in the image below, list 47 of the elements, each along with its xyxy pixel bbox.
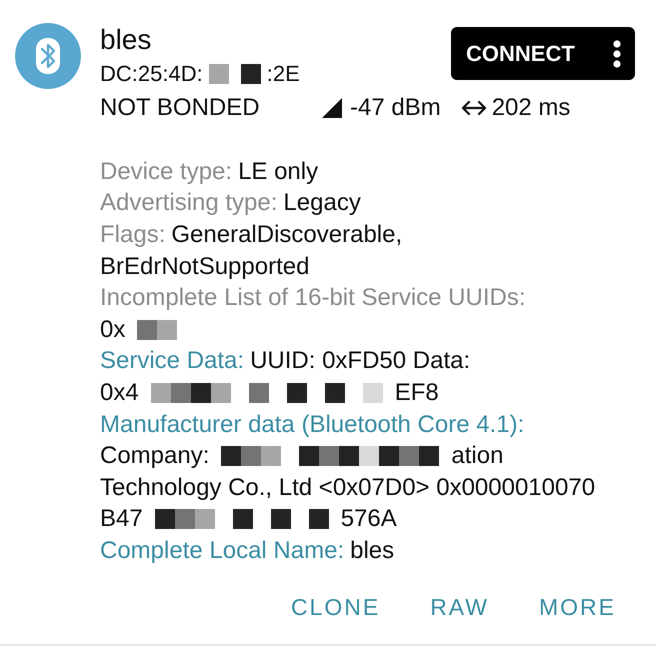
detail-value: :2E — [266, 60, 300, 88]
bluetooth-icon — [15, 23, 81, 89]
detail-value: GeneralDiscoverable, — [171, 220, 402, 250]
detail-value: Technology Co., Ltd <0x07D0> 0x0000010070 — [100, 472, 596, 503]
detail-value: 0x — [100, 314, 126, 345]
connect-button[interactable]: CONNECT — [451, 27, 635, 80]
pixel-mosaic-drawing — [208, 64, 229, 84]
action-button[interactable]: RAW — [420, 584, 499, 630]
detail-label: Device type: — [100, 156, 232, 187]
bond-state: NOT BONDED — [100, 93, 260, 123]
pixel-mosaic-drawing — [137, 320, 178, 340]
detail-value: DC:25:4D: — [100, 60, 203, 88]
pixel-mosaic-drawing — [221, 446, 282, 466]
pixel-mosaic-drawing — [248, 382, 269, 403]
pixel-mosaic-drawing — [286, 382, 307, 403]
more-vertical-icon[interactable] — [613, 40, 621, 68]
detail-label: Advertising type: — [100, 188, 278, 218]
detail-value: ation — [451, 441, 504, 472]
pixel-mosaic-drawing — [154, 509, 215, 530]
detail-value: LE only — [238, 156, 318, 187]
signal-icon — [322, 98, 342, 118]
pixel-mosaic-drawing — [232, 509, 253, 530]
detail-label: Incomplete List of 16-bit Service UUIDs: — [100, 283, 526, 314]
action-button[interactable]: MORE — [529, 584, 626, 630]
detail-value: Company: — [100, 441, 210, 472]
detail-label: Flags: — [100, 220, 166, 250]
detail-value: Legacy — [283, 188, 361, 218]
interval-value: 202 ms — [492, 93, 570, 123]
detail-value: 0x4 — [100, 378, 139, 408]
pixel-mosaic-drawing — [270, 509, 291, 530]
pixel-mosaic-drawing — [324, 382, 345, 403]
detail-value: bles — [350, 536, 394, 566]
detail-value: EF8 — [394, 378, 439, 408]
device-name: bles — [100, 23, 152, 57]
detail-label: Service Data: — [100, 346, 244, 376]
action-button[interactable]: CLONE — [280, 584, 390, 630]
detail-label: Complete Local Name: — [100, 536, 344, 566]
pixel-mosaic-drawing — [308, 509, 329, 530]
pixel-mosaic-drawing — [362, 382, 383, 403]
detail-value: UUID: 0xFD50 Data: — [250, 346, 470, 376]
rssi-value: -47 dBm — [350, 93, 441, 123]
detail-value: B47 — [100, 504, 143, 534]
left-right-arrow-icon — [460, 100, 487, 116]
pixel-mosaic-drawing — [240, 64, 261, 84]
detail-label: Manufacturer data (Bluetooth Core 4.1): — [100, 410, 524, 440]
detail-value: BrEdrNotSupported — [100, 252, 310, 282]
detail-value: 576A — [340, 504, 397, 534]
